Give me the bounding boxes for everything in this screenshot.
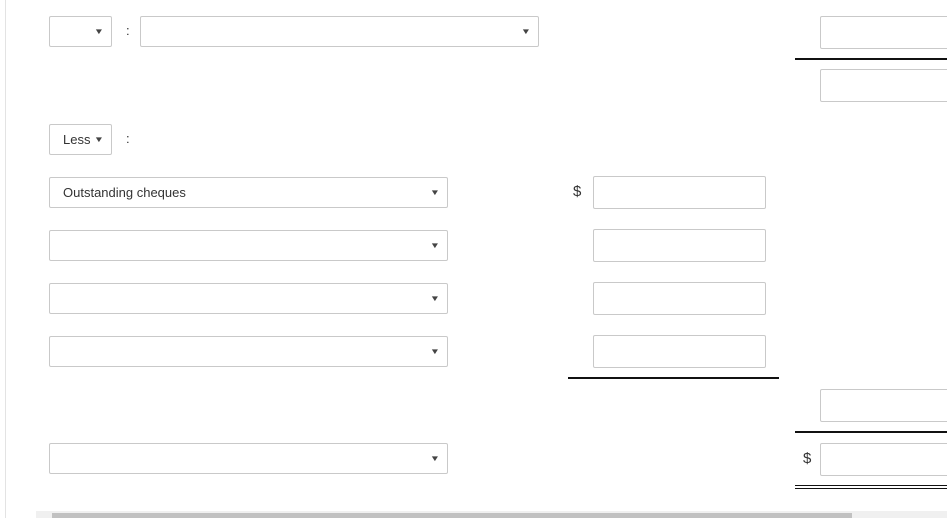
chevron-down-icon: ▼: [429, 241, 441, 250]
chevron-down-icon: ▼: [429, 294, 441, 303]
subtotal-input[interactable]: [820, 69, 947, 102]
currency-symbol: $: [803, 450, 812, 467]
final-select[interactable]: ▼: [49, 443, 448, 474]
less-select[interactable]: Less ▼: [49, 124, 112, 155]
item-amount-input-4[interactable]: [593, 335, 766, 368]
underline: [795, 431, 947, 433]
final-total-input[interactable]: [820, 443, 947, 476]
chevron-down-icon: ▼: [429, 454, 441, 463]
colon: :: [126, 23, 130, 38]
item-select-4[interactable]: ▼: [49, 336, 448, 367]
item-select-3[interactable]: ▼: [49, 283, 448, 314]
item-select-2[interactable]: ▼: [49, 230, 448, 261]
underline: [795, 58, 947, 60]
underline: [568, 377, 779, 379]
item-amount-input-1[interactable]: [593, 176, 766, 209]
row1-account-select[interactable]: ▼: [140, 16, 539, 47]
colon: :: [126, 131, 130, 146]
chevron-down-icon: ▼: [93, 135, 105, 144]
scrollbar-thumb[interactable]: [52, 513, 852, 518]
chevron-down-icon: ▼: [429, 188, 441, 197]
currency-symbol: $: [573, 183, 582, 200]
item-amount-input-3[interactable]: [593, 282, 766, 315]
row1-type-select[interactable]: ▼: [49, 16, 112, 47]
chevron-down-icon: ▼: [429, 347, 441, 356]
item-select-1[interactable]: Outstanding cheques ▼: [49, 177, 448, 208]
less-total-input[interactable]: [820, 389, 947, 422]
horizontal-scrollbar[interactable]: [36, 511, 947, 518]
left-border: [5, 0, 6, 518]
chevron-down-icon: ▼: [520, 27, 532, 36]
double-underline: [795, 485, 947, 489]
item-amount-input-2[interactable]: [593, 229, 766, 262]
chevron-down-icon: ▼: [93, 27, 105, 36]
row1-amount-input[interactable]: [820, 16, 947, 49]
